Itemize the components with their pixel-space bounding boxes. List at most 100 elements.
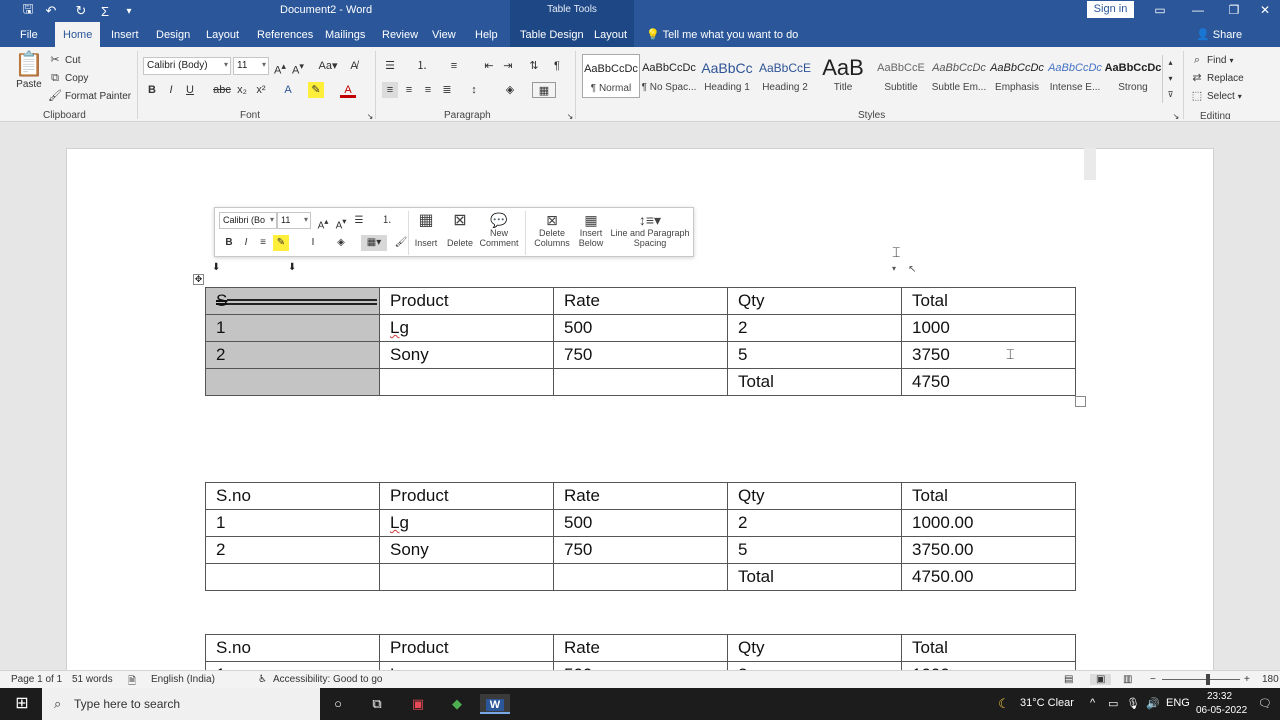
bullets-icon[interactable]: ☰ [382,58,398,74]
notification-icon[interactable]: 🗨 [1258,697,1272,710]
shrink-font-icon[interactable]: A▾ [290,58,306,77]
decrease-indent-icon[interactable]: ⇤ [481,58,497,74]
justify-icon[interactable]: ≣ [439,82,455,98]
tab-design[interactable]: Design [156,22,190,47]
column-select-arrow-icon[interactable]: ⬇ [212,262,220,273]
text-effects-icon[interactable]: A [280,82,296,98]
taskbar-search-box[interactable]: ⌕ Type here to search [42,688,320,720]
page-count[interactable]: Page 1 of 1 [11,674,62,685]
table-cell[interactable]: Qty [727,287,902,315]
table-cell[interactable]: 3750.00 [901,536,1076,564]
microphone-icon[interactable]: 🎙 [1126,697,1140,710]
borders-icon[interactable]: ▦▾ [361,235,387,251]
table-cell[interactable] [379,368,554,396]
style-heading-2[interactable]: AaBbCcE Heading 2 [756,54,814,98]
italic-icon[interactable]: I [163,82,179,98]
style-title[interactable]: AaB Title [814,54,872,98]
chevron-up-icon[interactable]: ^ [1090,697,1095,709]
insert-below-button[interactable]: ▦ Insert Below [575,212,607,248]
table-cell[interactable]: Sony [379,536,554,564]
copy-button[interactable]: ⧉ Copy [48,71,88,85]
table-cell[interactable]: 1 [205,314,380,342]
style-strong[interactable]: AaBbCcDc Strong [1104,54,1162,98]
vertical-scrollbar[interactable] [1084,148,1096,180]
table-cell[interactable] [205,368,380,396]
paste-button[interactable]: 📋 Paste [14,52,44,91]
ribbon-display-icon[interactable]: ▭ [1145,1,1175,19]
gallery-more-icon[interactable]: ⊽ [1162,87,1178,103]
table-cell[interactable]: Total [727,563,902,591]
tab-mailings[interactable]: Mailings [325,22,365,47]
volume-icon[interactable]: 🔊 [1146,697,1160,710]
focus-mode-icon[interactable]: ▤ [1064,674,1073,685]
table-cell[interactable]: Total [727,368,902,396]
print-layout-icon[interactable]: ▣ [1090,674,1112,685]
cut-button[interactable]: ✂ Cut [48,53,80,67]
table-cell[interactable]: Total [901,482,1076,510]
zoom-in-icon[interactable]: + [1244,674,1250,685]
sort-icon[interactable]: ⇅ [526,58,542,74]
style-emphasis[interactable]: AaBbCcDc Emphasis [988,54,1046,98]
style-subtle-emphasis[interactable]: AaBbCcDc Subtle Em... [930,54,988,98]
input-language[interactable]: ENG [1166,697,1190,709]
table-cell[interactable]: Rate [553,482,728,510]
table-cell[interactable]: Total [901,287,1076,315]
style-no-spacing[interactable]: AaBbCcDc ¶ No Spac... [640,54,698,98]
table-cell[interactable]: Product [379,287,554,315]
clock-date[interactable]: 06-05-2022 [1196,705,1247,716]
superscript-icon[interactable]: x² [253,82,269,98]
table-move-handle-icon[interactable]: ✥ [193,274,204,285]
style-subtitle[interactable]: AaBbCcE Subtitle [872,54,930,98]
shading-icon[interactable]: ◈ [333,235,349,251]
italic-icon[interactable]: I [238,235,254,251]
word-count[interactable]: 51 words [72,674,113,685]
table-cell[interactable]: 1 [205,509,380,537]
table-cell[interactable]: Lg [379,314,554,342]
table-cell[interactable]: Rate [553,287,728,315]
tab-references[interactable]: References [257,22,313,47]
font-color-icon[interactable]: A [340,82,356,98]
paintbrush-icon[interactable]: 🖌 [393,235,409,251]
mini-size-combo[interactable]: 11 ▾ [277,212,311,229]
table-cell[interactable]: 2 [727,509,902,537]
table-cell[interactable]: 1000.00 [901,509,1076,537]
tab-review[interactable]: Review [382,22,418,47]
delete-columns-button[interactable]: ⊠ Delete Columns [531,212,573,248]
borders-icon[interactable]: ▦ [532,82,556,98]
styles-icon[interactable]: Ⅰ [305,235,321,251]
save-icon[interactable]: 🖫 [17,1,39,20]
multilevel-list-icon[interactable]: ≡ [446,58,462,74]
accessibility-status[interactable]: Accessibility: Good to go [273,674,383,685]
table-cell[interactable]: Sony [379,341,554,369]
font-name-combo[interactable]: Calibri (Body) ▾ [143,57,231,75]
close-button[interactable]: ✕ [1250,1,1280,19]
table-cell[interactable] [205,563,380,591]
shading-icon[interactable]: ◈ [502,82,518,98]
table-cell[interactable]: 3750 [901,341,1076,369]
table-cell[interactable]: 500 [553,314,728,342]
numbering-icon[interactable]: ⒈ [414,58,430,74]
cortana-icon[interactable]: ○ [327,694,349,714]
web-layout-icon[interactable]: ▥ [1123,674,1132,685]
change-case-icon[interactable]: Aa▾ [316,58,340,74]
clock-time[interactable]: 23:32 [1207,691,1232,702]
line-spacing-icon[interactable]: ↕ [466,82,482,98]
zoom-level[interactable]: 180 [1262,674,1279,685]
share-button[interactable]: 👤 Share [1196,22,1242,47]
bold-icon[interactable]: B [221,235,237,251]
table-cell[interactable]: S [205,287,380,315]
pilcrow-icon[interactable]: ¶ [549,58,565,74]
table-cell[interactable] [553,563,728,591]
numbering-icon[interactable]: ⒈ [379,213,395,229]
tab-home[interactable]: Home [55,22,101,47]
windows-start-icon[interactable]: ⊞ [11,694,33,714]
mini-delete-button[interactable]: ⊠ Delete [445,212,475,248]
sign-in-button[interactable]: Sign in [1087,1,1134,18]
language-indicator[interactable]: English (India) [151,674,215,685]
highlight-icon[interactable]: ✎ [308,82,324,98]
align-center-icon[interactable]: ≡ [401,82,417,98]
table-cell[interactable]: 4750 [901,368,1076,396]
center-align-icon[interactable]: ≡ [255,235,271,251]
tab-table-design[interactable]: Table Design [510,22,594,47]
style-intense-emphasis[interactable]: AaBbCcDc Intense E... [1046,54,1104,98]
